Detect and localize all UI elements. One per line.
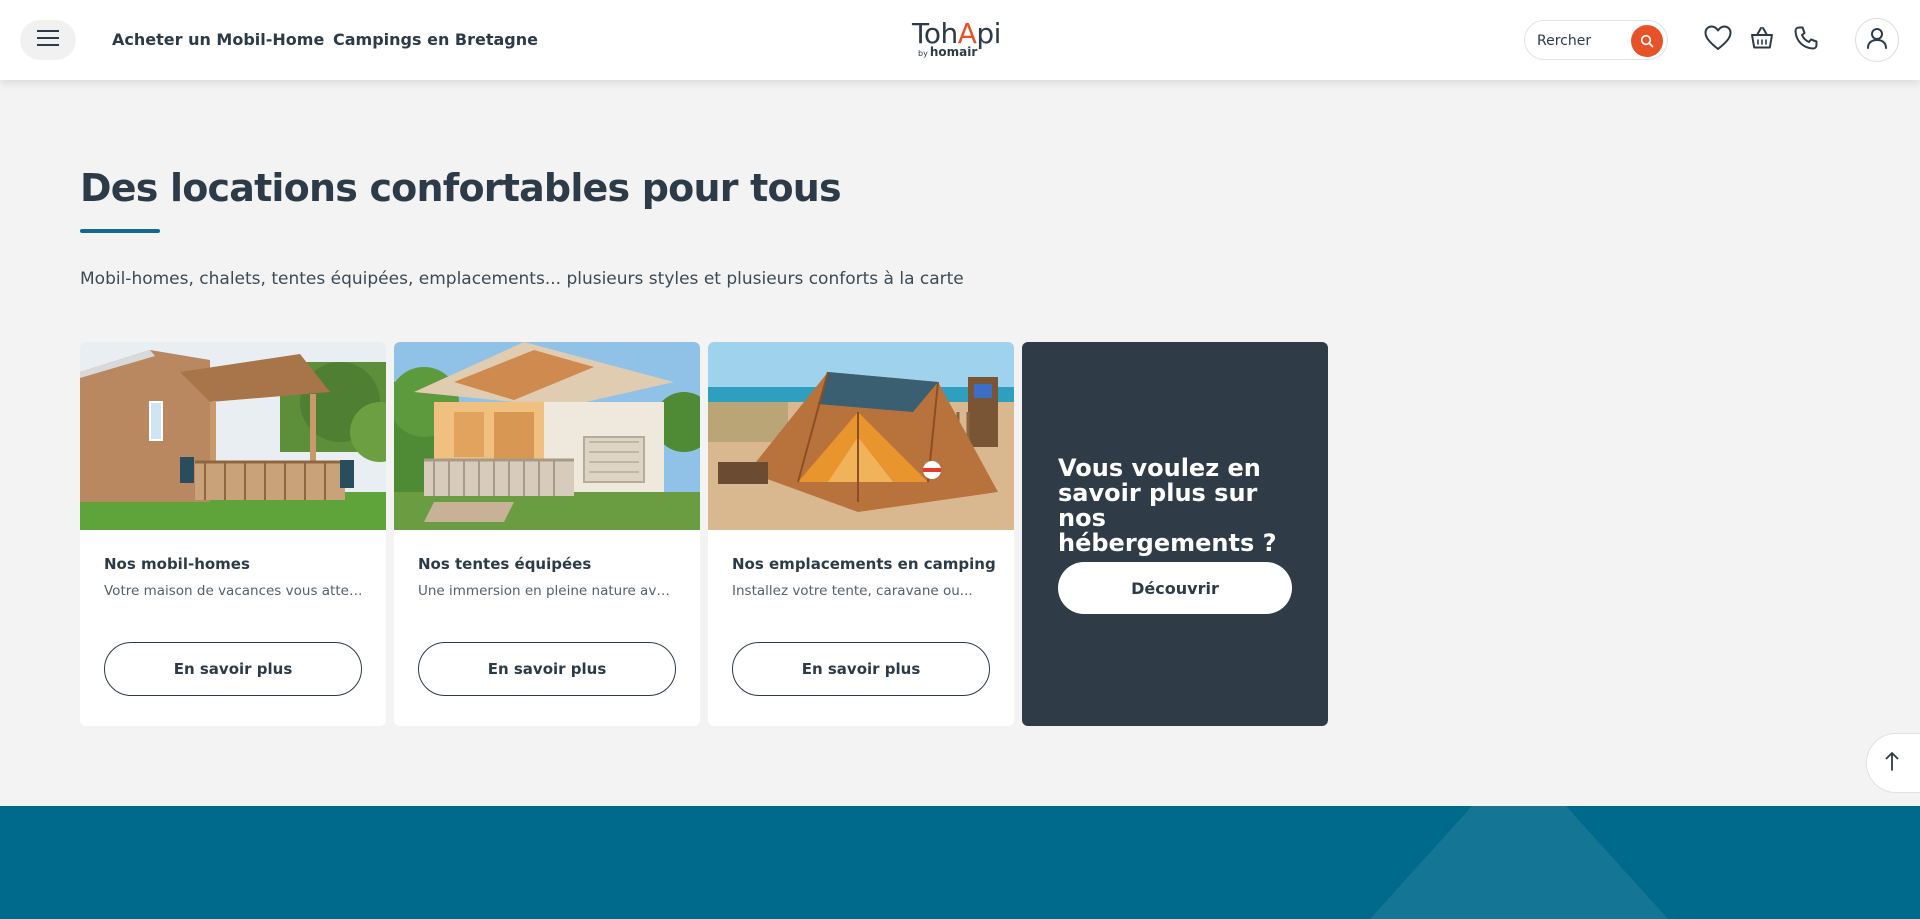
decorative-triangle [1370, 806, 1668, 919]
favorites-button[interactable] [1702, 24, 1734, 56]
card-description: Votre maison de vacances vous atten... [104, 583, 364, 599]
search-button[interactable]: Rercher [1524, 20, 1668, 60]
glamping-tent-image [394, 342, 700, 530]
title-underline [80, 229, 160, 233]
camping-tent-image [708, 342, 1014, 530]
card-emplacements-camping: Nos emplacements en camping Installez vo… [708, 342, 1014, 726]
promo-card: Vous voulez en savoir plus sur nos héber… [1022, 342, 1328, 726]
search-icon [1631, 25, 1663, 57]
phone-icon [1793, 25, 1819, 55]
phone-button[interactable] [1790, 24, 1822, 56]
section-title: Des locations confortables pour tous [80, 166, 842, 210]
basket-icon [1749, 25, 1775, 55]
discover-button[interactable]: Découvrir [1058, 562, 1292, 614]
promo-heading: Vous voulez en savoir plus sur nos héber… [1058, 454, 1277, 557]
heart-icon [1704, 25, 1732, 55]
menu-icon [37, 30, 59, 50]
card-title: Nos mobil-homes [104, 555, 250, 573]
user-icon [1865, 26, 1889, 54]
learn-more-button[interactable]: En savoir plus [418, 642, 676, 696]
tohapi-logo[interactable]: TohApi by homair [912, 18, 1012, 60]
scroll-to-top-button[interactable] [1866, 733, 1920, 793]
nav-link-campings-bretagne[interactable]: Campings en Bretagne [333, 30, 538, 49]
arrow-up-icon [1885, 751, 1899, 775]
section-subtitle: Mobil-homes, chalets, tentes équipées, e… [80, 269, 964, 289]
card-description: Une immersion en pleine nature avec... [418, 583, 678, 599]
learn-more-button[interactable]: En savoir plus [104, 642, 362, 696]
mobil-home-image [80, 342, 386, 530]
menu-button[interactable] [20, 20, 76, 60]
card-tentes-equipees: Nos tentes équipées Une immersion en ple… [394, 342, 700, 726]
card-title: Nos tentes équipées [418, 555, 592, 573]
account-button[interactable] [1855, 18, 1899, 62]
learn-more-button[interactable]: En savoir plus [732, 642, 990, 696]
card-description: Installez votre tente, caravane ou... [732, 583, 973, 599]
logo-byline: by homair [918, 45, 978, 59]
card-title: Nos emplacements en camping [732, 555, 996, 573]
search-label: Rercher [1537, 33, 1592, 49]
site-header: Acheter un Mobil-Home Campings en Bretag… [0, 0, 1920, 80]
basket-button[interactable] [1746, 24, 1778, 56]
footer-band [0, 806, 1920, 919]
nav-link-buy-mobil-home[interactable]: Acheter un Mobil-Home [112, 30, 324, 49]
card-mobil-homes: Nos mobil-homes Votre maison de vacances… [80, 342, 386, 726]
